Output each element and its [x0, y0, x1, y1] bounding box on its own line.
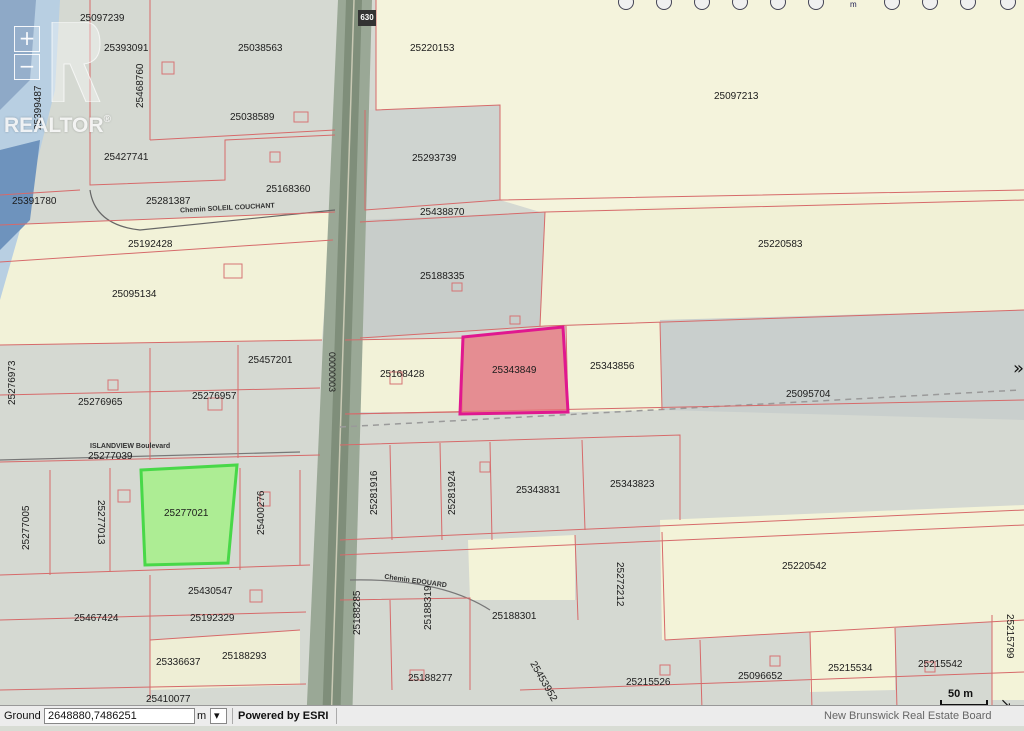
parcel-label: 25192329: [190, 613, 235, 624]
parcel-label: 25276957: [192, 391, 237, 402]
scale-label: 50 m: [948, 688, 974, 700]
parcel-label: 25095134: [112, 289, 157, 300]
status-bar: Ground 2648880,7486251 m ▾ Powered by ES…: [0, 705, 1024, 726]
highway-shield: 630: [358, 10, 376, 26]
parcel-label: 25095704: [786, 389, 831, 400]
realtor-logo-icon: [51, 22, 101, 102]
parcel-label: 25215534: [828, 663, 873, 674]
locate-icon[interactable]: [732, 0, 748, 10]
parcel-label: 25276965: [78, 397, 123, 408]
parcel-label: 25215526: [626, 677, 671, 688]
parcel-label: 25188277: [408, 673, 453, 684]
scale-bar: 50 m: [940, 688, 988, 706]
parcel-label: 25400276: [256, 490, 267, 536]
parcel-label: 25215799: [1004, 614, 1015, 659]
parcel-label: 25220583: [758, 239, 803, 250]
parcel-label: 25276973: [7, 360, 18, 406]
coordinates-field[interactable]: 2648880,7486251: [44, 708, 195, 724]
parcel-label: 25277013: [95, 500, 106, 545]
parcel-label: 25281924: [447, 470, 458, 516]
pan-right-icon[interactable]: »: [1013, 358, 1024, 379]
zoom-out-button[interactable]: −: [14, 54, 40, 80]
parcel-label: 25188301: [492, 611, 537, 622]
parcel-label: 25220153: [410, 43, 455, 54]
road-id-label: 00000003: [327, 352, 337, 393]
zoom-in-button[interactable]: +: [14, 26, 40, 52]
parcel-label: 25188335: [420, 271, 465, 282]
extent-icon[interactable]: [1000, 0, 1016, 10]
layers-icon[interactable]: [808, 0, 824, 10]
map-canvas[interactable]: 25097239 25393091 25038563 25220153 2546…: [0, 0, 1024, 727]
parcel-label: 25168428: [380, 369, 425, 380]
realtor-watermark-text: REALTOR: [4, 114, 104, 137]
parcel-label: 25468760: [135, 63, 146, 109]
realtor-watermark: REALTOR®: [4, 114, 111, 138]
parcel-label: 25277039: [88, 451, 133, 462]
map-toolbar: m: [604, 0, 1024, 10]
parcel-label: 25336637: [156, 657, 201, 668]
parcel-label: 25427741: [104, 152, 149, 163]
parcel-label: 25281916: [369, 470, 380, 516]
parcel-label: 25192428: [128, 239, 173, 250]
ground-label: Ground: [4, 710, 41, 722]
status-divider: [232, 708, 233, 724]
status-divider: [336, 708, 337, 724]
zoom-controls: + −: [4, 4, 108, 112]
identify-icon[interactable]: [656, 0, 672, 10]
parcel-label: 25293739: [412, 153, 457, 164]
parcel-label: 25343849: [492, 365, 537, 376]
parcel-label: 25343823: [610, 479, 655, 490]
parcel-label: 25393091: [104, 43, 149, 54]
parcel-label: 25097213: [714, 91, 759, 102]
parcel-label: 25272212: [614, 562, 625, 607]
parcel-label: 25343856: [590, 361, 635, 372]
parcel-label: 25096652: [738, 671, 783, 682]
help-icon[interactable]: [922, 0, 938, 10]
credit-label: New Brunswick Real Estate Board: [824, 710, 992, 722]
unit-label: m: [850, 0, 857, 9]
parcel-label: 25438870: [420, 207, 465, 218]
street-label-islandview: ISLANDVIEW Boulevard: [90, 443, 171, 450]
parcel-label: 25277021: [164, 508, 209, 519]
parcel-label: 25038589: [230, 112, 275, 123]
parcel-label: 25168360: [266, 184, 311, 195]
settings-icon[interactable]: [960, 0, 976, 10]
parcel-label: 25038563: [238, 43, 283, 54]
print-icon[interactable]: [884, 0, 900, 10]
parcel-label: 25457201: [248, 355, 293, 366]
unit-dropdown[interactable]: ▾: [210, 708, 227, 724]
parcel-label: 25343831: [516, 485, 561, 496]
registered-mark: ®: [103, 114, 111, 125]
measure-icon[interactable]: [694, 0, 710, 10]
pan-icon[interactable]: [618, 0, 634, 10]
parcel-label: 25430547: [188, 586, 233, 597]
parcel-label: 25188293: [222, 651, 267, 662]
parcel-label: 25277005: [21, 505, 32, 551]
powered-by-label: Powered by ESRI: [238, 710, 329, 722]
parcel-label: 25281387: [146, 196, 191, 207]
draw-icon[interactable]: [770, 0, 786, 10]
parcel-label: 25220542: [782, 561, 827, 572]
parcel-label: 25391780: [12, 196, 57, 207]
parcel-label: 25215542: [918, 659, 963, 670]
parcel-label: 25188285: [352, 590, 363, 636]
parcel-label: 25467424: [74, 613, 119, 624]
unit-label: m: [197, 710, 207, 722]
parcel-label: 25188319: [423, 585, 434, 631]
parcel-label: 25410077: [146, 694, 191, 705]
